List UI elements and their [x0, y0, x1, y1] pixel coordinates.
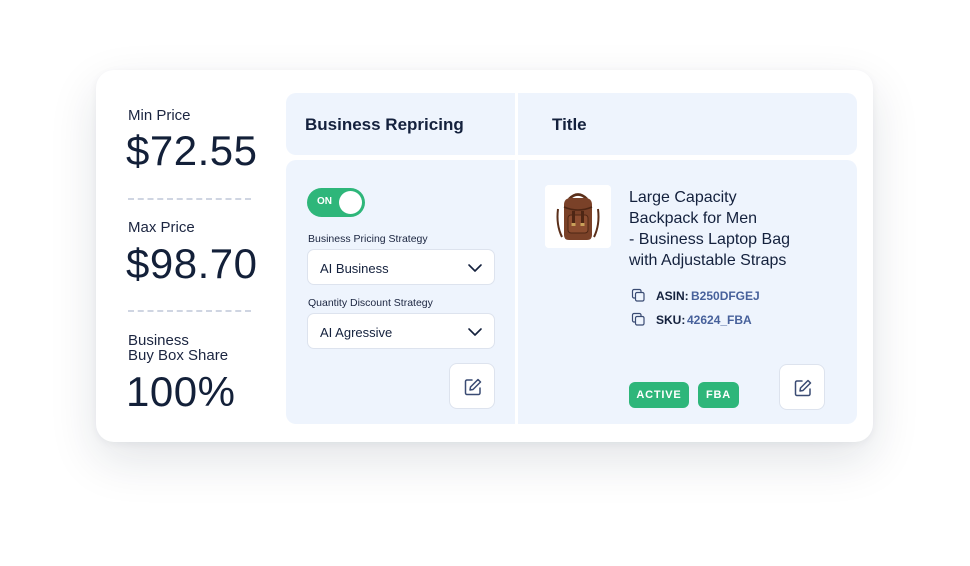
status-badge-active: ACTIVE: [629, 382, 689, 408]
chevron-down-icon: [468, 328, 482, 336]
discount-strategy-value: AI Agressive: [320, 325, 393, 340]
edit-icon: [464, 378, 482, 396]
business-repricing-header: Business Repricing: [286, 93, 515, 155]
backpack-image: [545, 185, 611, 248]
title-header-label: Title: [552, 115, 587, 134]
discount-strategy-select[interactable]: AI Agressive: [307, 313, 495, 349]
chevron-down-icon: [468, 264, 482, 272]
title-header: Title: [518, 93, 857, 155]
stats-divider: [128, 198, 251, 200]
asin-value: B250DFGEJ: [691, 289, 760, 303]
product-title-line: - Business Laptop Bag: [629, 231, 790, 248]
discount-strategy-label: Quantity Discount Strategy: [308, 297, 433, 309]
product-title-line: with Adjustable Straps: [629, 252, 787, 269]
toggle-label: ON: [317, 196, 332, 207]
min-price-label: Min Price: [128, 107, 191, 124]
repricing-card: Min Price $72.55 Max Price $98.70 Busine…: [96, 70, 873, 442]
product-title-line: Backpack for Men: [629, 210, 758, 227]
product-image: [545, 185, 611, 248]
edit-repricing-button[interactable]: [449, 363, 495, 409]
copy-icon[interactable]: [631, 312, 646, 327]
repricing-settings-panel: ON Business Pricing Strategy AI Business…: [286, 160, 515, 424]
status-badge-fba: FBA: [698, 382, 739, 408]
asin-label: ASIN:: [656, 289, 689, 303]
stats-divider: [128, 310, 251, 312]
copy-icon[interactable]: [631, 288, 646, 303]
max-price-label: Max Price: [128, 219, 195, 236]
pricing-strategy-value: AI Business: [320, 261, 389, 276]
product-title-line: Large Capacity: [629, 189, 737, 206]
business-repricing-toggle[interactable]: ON: [307, 188, 365, 217]
business-repricing-header-label: Business Repricing: [305, 115, 464, 134]
product-panel: Large Capacity Backpack for Men - Busine…: [518, 160, 857, 424]
product-title[interactable]: Large Capacity Backpack for Men - Busine…: [629, 187, 839, 271]
edit-product-button[interactable]: [779, 364, 825, 410]
sku-label: SKU:: [656, 313, 686, 327]
sku-value: 42624_FBA: [687, 313, 752, 327]
buy-box-label-line2: Buy Box Share: [128, 347, 229, 364]
buy-box-value: 100%: [126, 368, 236, 415]
toggle-knob: [339, 191, 362, 214]
min-price-value: $72.55: [126, 127, 258, 174]
max-price-value: $98.70: [126, 240, 258, 287]
edit-icon: [794, 379, 812, 397]
pricing-strategy-select[interactable]: AI Business: [307, 249, 495, 285]
pricing-strategy-label: Business Pricing Strategy: [308, 233, 428, 245]
